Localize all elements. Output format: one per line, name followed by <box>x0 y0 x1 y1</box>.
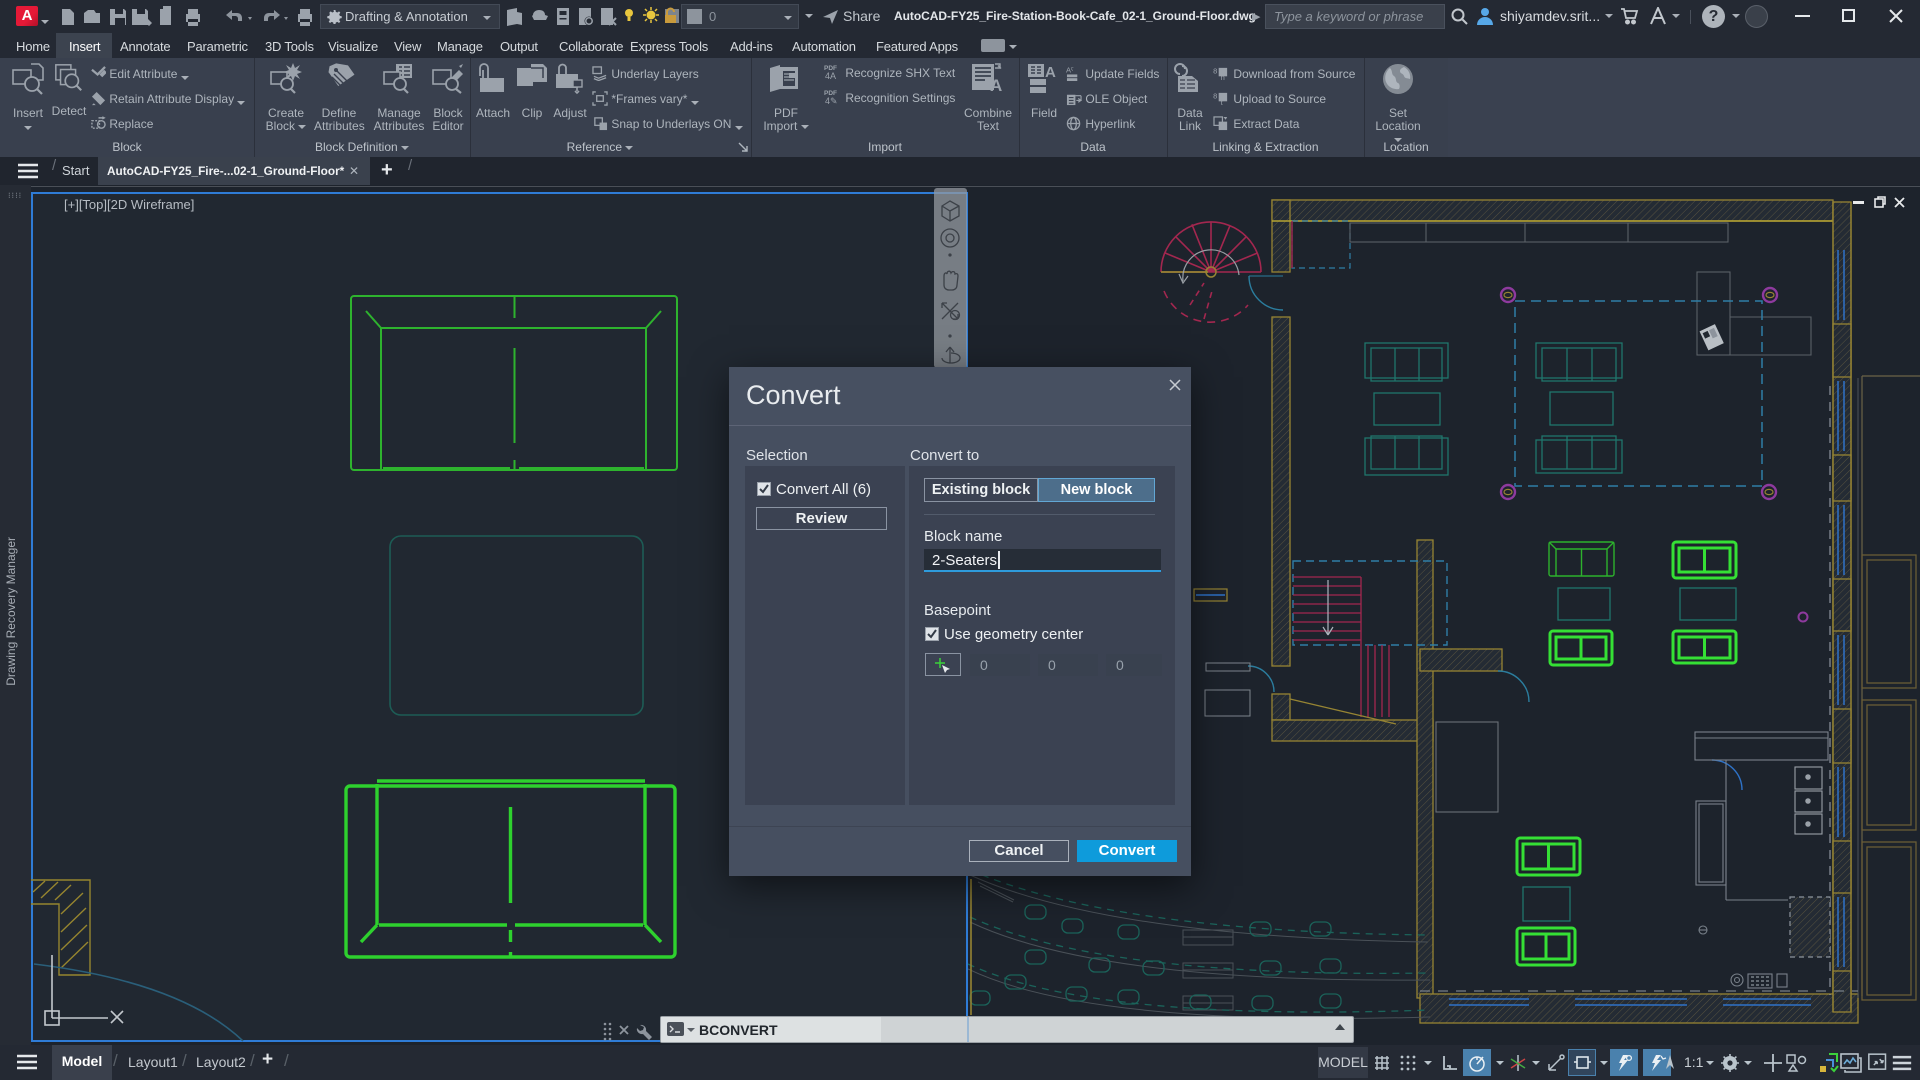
svg-text:n: n <box>1221 73 1225 81</box>
svg-text:8: 8 <box>1213 67 1217 76</box>
svg-text:4A: 4A <box>825 71 836 81</box>
svg-text:Aˤ: Aˤ <box>1066 66 1074 75</box>
svg-text:4✎: 4✎ <box>825 96 838 106</box>
svg-text:A: A <box>990 76 1002 95</box>
svg-text:8: 8 <box>1213 92 1217 101</box>
svg-text:A: A <box>1045 64 1056 81</box>
